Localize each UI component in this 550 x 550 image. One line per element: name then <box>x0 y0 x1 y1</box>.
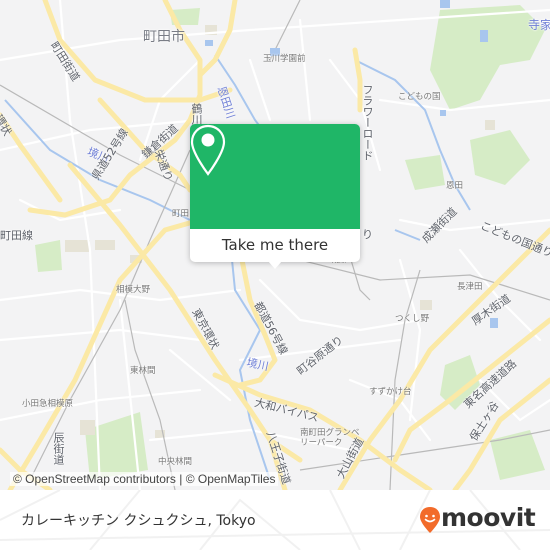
label-teraie: 寺家 <box>528 18 550 32</box>
label-sagami-ono: 相模大野 <box>116 285 151 295</box>
label-dori-partial: り <box>362 228 373 241</box>
label-tsukushino: つくし野 <box>395 314 430 324</box>
label-suzukakedai: すずかけ台 <box>369 387 412 397</box>
park-area <box>405 155 445 190</box>
location-popup: Take me there <box>190 124 360 269</box>
moovit-logo[interactable]: moovit <box>419 503 536 534</box>
label-tamagawa-gakuenmae: 玉川学園前 <box>263 54 306 64</box>
take-me-there-button[interactable]: Take me there <box>190 229 360 262</box>
label-tatsumi-kaido: 辰街道 <box>52 432 65 465</box>
moovit-wordmark: moovit <box>441 503 536 532</box>
label-machida-city: 町田市 <box>143 29 185 45</box>
stream <box>394 229 421 241</box>
label-tsurukawa: 鶴川 <box>190 103 203 125</box>
popup-header <box>190 124 360 229</box>
moovit-pin-icon <box>420 507 440 533</box>
location-pin-icon <box>190 124 226 176</box>
label-kodomonokuni: こどもの国 <box>398 92 441 102</box>
label-machida-line: 町田線 <box>0 229 33 242</box>
label-onda: 恩田 <box>446 181 464 191</box>
park-area <box>490 430 545 480</box>
map-attribution[interactable]: © OpenStreetMap contributors | © OpenMap… <box>10 472 279 486</box>
map[interactable]: 町田市 町田街道 鎌倉街道 栄通り 鶴川 恩田川 境川 境川 県道52号線 町田… <box>0 0 550 490</box>
label-machida-station: 町田 <box>172 209 190 219</box>
label-flower-road: フラワーロード <box>361 84 374 161</box>
label-nagatsuta: 長津田 <box>457 282 483 292</box>
road-flower <box>352 47 363 113</box>
label-odakyu-sagamihara: 小田急相模原 <box>22 399 74 409</box>
label-chuo-rinkan: 中央林間 <box>158 457 193 467</box>
popup-pointer <box>268 261 282 269</box>
road-north <box>197 0 238 78</box>
label-torin-kan: 東林間 <box>130 366 156 376</box>
park-area <box>470 130 530 185</box>
park-area <box>35 240 62 272</box>
place-title: カレーキッチン クシュクシュ, Tokyo <box>21 513 256 529</box>
